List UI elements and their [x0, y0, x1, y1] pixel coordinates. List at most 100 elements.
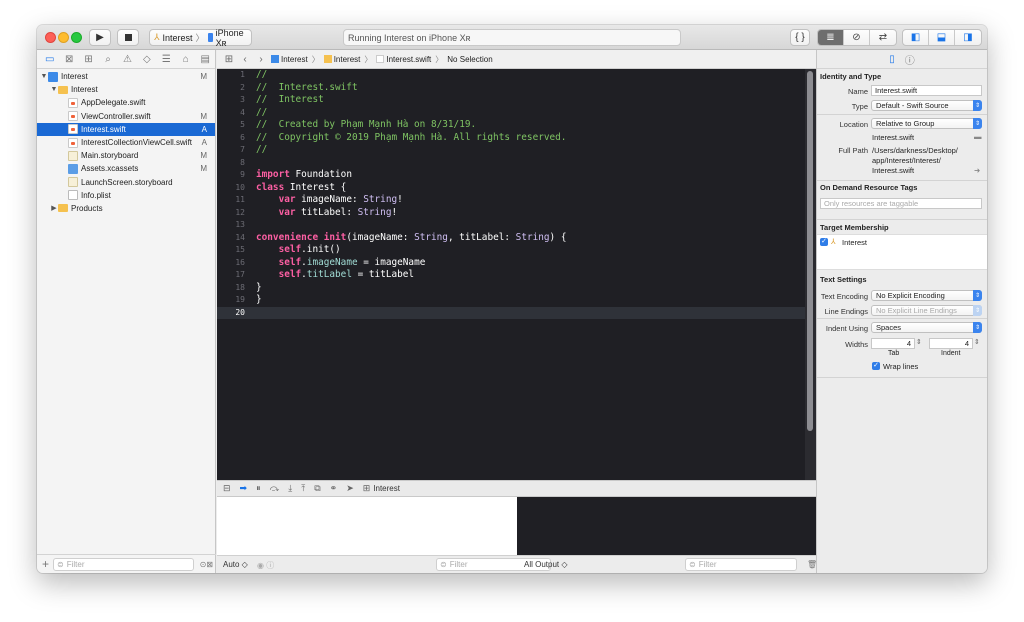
file-tree-row[interactable]: AppDelegate.swift: [37, 96, 215, 109]
related-items-icon[interactable]: ⊞: [223, 54, 235, 65]
issue-navigator-icon[interactable]: ⚠: [118, 54, 137, 65]
code-line[interactable]: import Foundation: [256, 169, 805, 182]
breadcrumb-group[interactable]: Interest: [323, 54, 360, 64]
version-editor-icon[interactable]: ⇄: [870, 30, 896, 45]
code-line[interactable]: //: [256, 107, 805, 120]
navigator-filter-input[interactable]: ⊜ Filter ⊙⊠: [53, 557, 213, 571]
file-tree-row[interactable]: Info.plist: [37, 189, 215, 202]
code-line[interactable]: // Interest: [256, 94, 805, 107]
indent-using-popup[interactable]: Spaces ⇕: [871, 322, 982, 333]
variables-mode-select[interactable]: Auto ◇: [223, 560, 248, 569]
code-line[interactable]: [256, 307, 805, 320]
run-button[interactable]: ▶: [89, 29, 111, 46]
scrollbar-thumb[interactable]: [807, 71, 813, 431]
code-line[interactable]: }: [256, 282, 805, 295]
memory-graph-icon[interactable]: ⚭: [330, 483, 338, 494]
folder-icon[interactable]: ▬: [974, 132, 982, 141]
file-tree-row[interactable]: ViewController.swift M: [37, 110, 215, 123]
editor-scrollbar[interactable]: [805, 69, 816, 480]
recent-files-icon[interactable]: ⊙⊠: [200, 560, 213, 569]
code-text[interactable]: //// Interest.swift// Interest//// Creat…: [256, 69, 805, 319]
disclosure-triangle-icon[interactable]: ▼: [40, 73, 48, 80]
file-tree-row[interactable]: ▼ Interest M: [37, 70, 215, 83]
file-tree-row[interactable]: Main.storyboard M: [37, 149, 215, 162]
odr-tags-field[interactable]: Only resources are taggable: [820, 198, 982, 209]
code-line[interactable]: // Copyright © 2019 Phạm Mạnh Hà. All ri…: [256, 132, 805, 145]
code-line[interactable]: self.imageName = imageName: [256, 257, 805, 270]
file-tree-row[interactable]: Assets.xcassets M: [37, 162, 215, 175]
breakpoint-navigator-icon[interactable]: ⌂: [176, 54, 195, 65]
file-inspector-icon[interactable]: ▯: [889, 54, 895, 65]
code-line[interactable]: // Interest.swift: [256, 82, 805, 95]
tab-width-stepper[interactable]: ⇕: [916, 338, 922, 346]
quick-help-icon[interactable]: ⓘ: [905, 52, 915, 67]
file-tree-row[interactable]: ▶ Products: [37, 202, 215, 215]
type-popup[interactable]: Default - Swift Source ⇕: [871, 100, 982, 111]
console-filter-input[interactable]: ⊜ Filter: [685, 558, 797, 571]
breakpoints-toggle-icon[interactable]: ➡: [240, 483, 248, 494]
folder-navigator-icon[interactable]: ▭: [40, 54, 59, 65]
simulate-location-icon[interactable]: ➤: [346, 483, 354, 494]
hide-debug-area-icon[interactable]: ⊟: [223, 483, 231, 494]
source-control-navigator-icon[interactable]: ⊠: [59, 54, 78, 65]
code-line[interactable]: var titLabel: String!: [256, 207, 805, 220]
toggle-debug-area-icon[interactable]: ⬓: [929, 30, 955, 45]
step-over-icon[interactable]: ⤼: [270, 483, 280, 494]
reveal-in-finder-icon[interactable]: ➜: [974, 166, 980, 175]
forward-arrow-icon[interactable]: ›: [255, 54, 267, 65]
file-tree-row[interactable]: LaunchScreen.storyboard: [37, 176, 215, 189]
test-navigator-icon[interactable]: ◇: [137, 54, 156, 65]
debug-navigator-icon[interactable]: ☰: [157, 54, 176, 65]
target-checkbox[interactable]: ✓: [820, 238, 828, 246]
file-tree-row[interactable]: Interest.swift A: [37, 122, 215, 136]
wrap-lines-checkbox[interactable]: ✓: [872, 362, 880, 370]
disclosure-triangle-icon[interactable]: ▼: [50, 86, 58, 93]
code-line[interactable]: var imageName: String!: [256, 194, 805, 207]
breadcrumb-project[interactable]: Interest: [271, 54, 308, 64]
back-arrow-icon[interactable]: ‹: [239, 54, 251, 65]
standard-editor-icon[interactable]: ≣: [818, 30, 844, 45]
indent-width-stepper[interactable]: ⇕: [974, 338, 980, 346]
console-output-select[interactable]: All Output ◇: [524, 560, 568, 569]
report-navigator-icon[interactable]: ▤: [196, 54, 215, 65]
code-line[interactable]: [256, 157, 805, 170]
quick-look-icon[interactable]: ◉ ⓘ: [257, 560, 274, 571]
tab-width-field[interactable]: 4: [871, 338, 915, 349]
text-encoding-popup[interactable]: No Explicit Encoding ⇕: [871, 290, 982, 301]
find-navigator-icon[interactable]: ⌕: [98, 54, 117, 65]
breadcrumb-file[interactable]: Interest.swift: [376, 54, 431, 64]
minimize-window-button[interactable]: [58, 32, 69, 43]
add-file-icon[interactable]: +: [42, 557, 49, 571]
close-window-button[interactable]: [45, 32, 56, 43]
breadcrumb-selection[interactable]: No Selection: [447, 55, 492, 64]
code-line[interactable]: convenience init(imageName: String, titL…: [256, 232, 805, 245]
disclosure-triangle-icon[interactable]: ▶: [50, 204, 58, 212]
indent-width-field[interactable]: 4: [929, 338, 973, 349]
code-line[interactable]: self.init(): [256, 244, 805, 257]
library-button[interactable]: { }: [790, 29, 810, 46]
symbol-navigator-icon[interactable]: ⊞: [79, 54, 98, 65]
variables-view[interactable]: [217, 497, 517, 555]
pause-icon[interactable]: ⏸: [256, 483, 261, 494]
view-hierarchy-icon[interactable]: ⧉: [314, 483, 320, 494]
step-into-icon[interactable]: ⤓: [288, 483, 292, 494]
scheme-selector[interactable]: ⅄ Interest 〉 iPhone Xʀ: [149, 28, 252, 48]
assistant-editor-icon[interactable]: ⊘: [844, 30, 870, 45]
file-tree-row[interactable]: InterestCollectionViewCell.swift A: [37, 136, 215, 149]
code-line[interactable]: // Created by Phạm Mạnh Hà on 8/31/19.: [256, 119, 805, 132]
code-line[interactable]: [256, 219, 805, 232]
line-endings-popup[interactable]: No Explicit Line Endings ⇕: [871, 305, 982, 316]
location-popup[interactable]: Relative to Group ⇕: [871, 118, 982, 129]
step-out-icon[interactable]: ⤒: [301, 483, 305, 494]
source-editor[interactable]: 1 2 3 4 5 6 7 8 9 10 11 12 13 14 15 16 17 18 19 20 //// Int…: [217, 69, 805, 480]
code-line[interactable]: class Interest {: [256, 182, 805, 195]
toggle-inspector-icon[interactable]: ◨: [955, 30, 981, 45]
code-line[interactable]: //: [256, 69, 805, 82]
code-line[interactable]: }: [256, 294, 805, 307]
code-line[interactable]: self.titLabel = titLabel: [256, 269, 805, 282]
zoom-window-button[interactable]: [71, 32, 82, 43]
code-line[interactable]: //: [256, 144, 805, 157]
stop-button[interactable]: [117, 29, 139, 46]
file-tree-row[interactable]: ▼ Interest: [37, 83, 215, 96]
toggle-navigator-icon[interactable]: ◧: [903, 30, 929, 45]
